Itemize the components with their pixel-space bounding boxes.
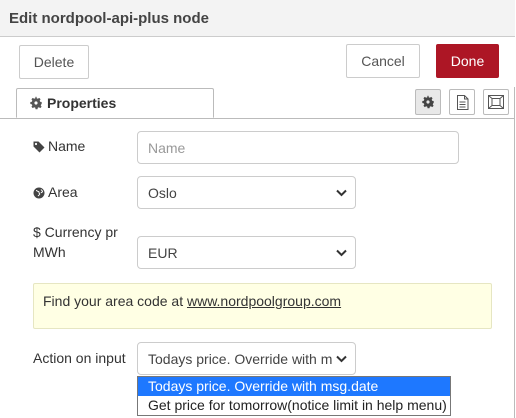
tag-icon xyxy=(33,141,45,153)
action-select-value: Todays price. Override with m xyxy=(148,350,333,367)
info-text: Find your area code at xyxy=(43,293,187,309)
currency-label-line1: $ Currency pr xyxy=(33,224,118,240)
tab-properties[interactable]: Properties xyxy=(16,88,214,118)
area-select-value: Oslo xyxy=(148,184,177,201)
gear-icon xyxy=(422,95,434,109)
currency-label: $ Currency pr MWh xyxy=(33,222,118,262)
dialog-titlebar: Edit nordpool-api-plus node xyxy=(0,0,515,37)
action-select[interactable]: Todays price. Override with m xyxy=(137,342,356,375)
area-select[interactable]: Oslo xyxy=(137,176,356,209)
dropdown-option[interactable]: Todays price. Override with msg.date xyxy=(138,377,450,396)
delete-button[interactable]: Delete xyxy=(19,45,89,79)
tab-properties-label: Properties xyxy=(47,95,117,111)
chevron-down-icon xyxy=(336,249,347,257)
name-label: Name xyxy=(33,136,85,156)
tab-icon-description[interactable] xyxy=(449,89,475,115)
currency-select[interactable]: EUR xyxy=(137,236,356,269)
currency-select-value: EUR xyxy=(148,244,178,261)
area-label: Area xyxy=(33,182,78,202)
name-label-text: Name xyxy=(48,138,86,154)
area-code-info-box: Find your area code at www.nordpoolgroup… xyxy=(33,283,492,329)
action-label: Action on input xyxy=(33,350,126,366)
document-icon xyxy=(456,94,468,110)
dialog-toolbar: Delete Cancel Done xyxy=(0,37,515,87)
dropdown-option[interactable]: Get price for tomorrow(notice limit in h… xyxy=(138,396,450,415)
cancel-button[interactable]: Cancel xyxy=(346,44,420,78)
frame-icon xyxy=(488,95,504,109)
gear-icon xyxy=(30,96,42,110)
tab-icon-appearance[interactable] xyxy=(483,89,509,115)
chevron-down-icon xyxy=(336,189,347,197)
globe-icon xyxy=(33,187,45,199)
action-dropdown-list: Todays price. Override with msg.date Get… xyxy=(137,376,451,416)
name-input[interactable] xyxy=(137,131,459,164)
tab-bar: Properties xyxy=(0,88,515,119)
edit-node-dialog: Edit nordpool-api-plus node Delete Cance… xyxy=(0,0,515,418)
chevron-down-icon xyxy=(336,355,347,363)
nordpool-link[interactable]: www.nordpoolgroup.com xyxy=(187,293,341,309)
done-button[interactable]: Done xyxy=(436,44,499,78)
dialog-title: Edit nordpool-api-plus node xyxy=(9,10,209,27)
area-label-text: Area xyxy=(48,184,78,200)
currency-label-line2: MWh xyxy=(33,244,66,260)
tab-icon-properties[interactable] xyxy=(415,89,441,115)
